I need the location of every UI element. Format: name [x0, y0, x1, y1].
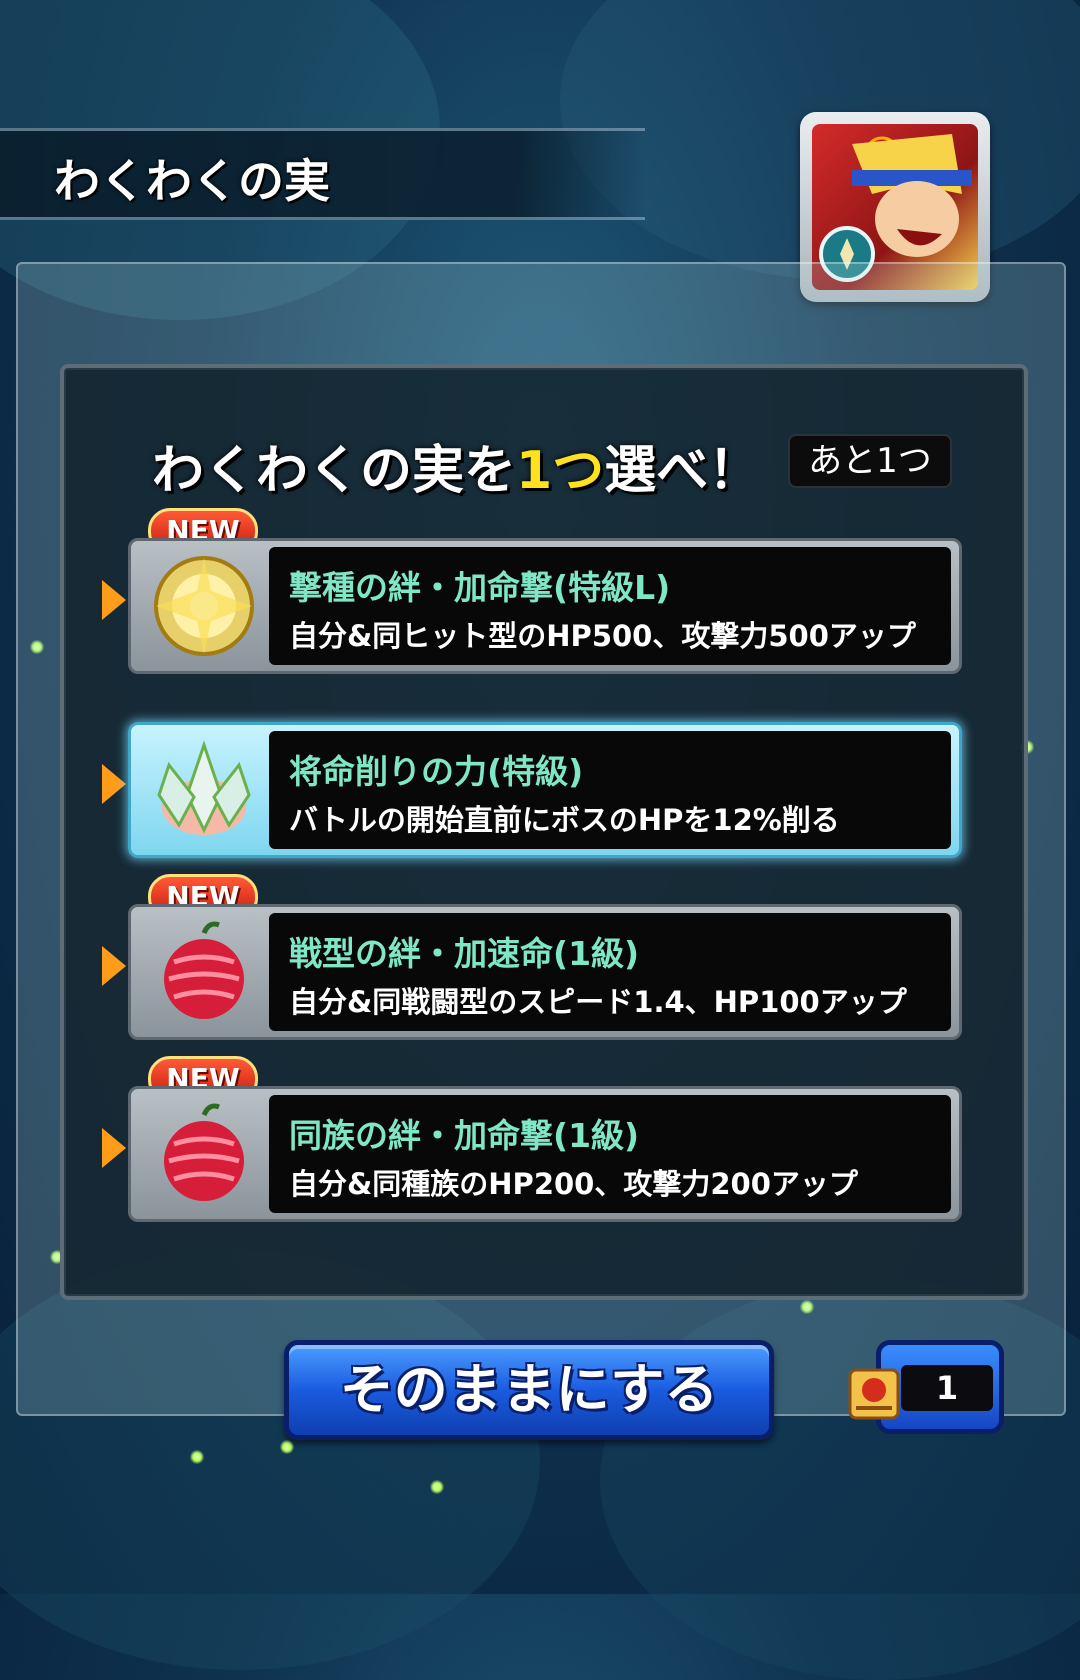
title-bar: わくわくの実: [0, 128, 645, 220]
firefly-light: [430, 1480, 444, 1494]
option-arrow-icon: [102, 1128, 126, 1168]
lotus-fruit-icon: [157, 740, 251, 835]
keep-as-is-label: そのままにする: [339, 1358, 719, 1421]
option-text-box: 撃種の絆・加命撃(特級L) 自分&同ヒット型のHP500、攻撃力500アップ: [269, 547, 951, 665]
page-title: わくわくの実: [54, 154, 330, 208]
option-item-3[interactable]: 戦型の絆・加速命(1級) 自分&同戦闘型のスピード1.4、HP100アップ: [128, 904, 962, 1040]
option-text-box: 同族の絆・加命撃(1級) 自分&同種族のHP200、攻撃力200アップ: [269, 1095, 951, 1213]
option-arrow-icon: [102, 764, 126, 804]
option-text-box: 戦型の絆・加速命(1級) 自分&同戦闘型のスピード1.4、HP100アップ: [269, 913, 951, 1031]
keep-as-is-button[interactable]: そのままにする: [284, 1340, 774, 1440]
headline-count: 1つ: [516, 441, 605, 501]
golden-fruit-icon: [154, 556, 254, 656]
option-item-2[interactable]: 将命削りの力(特級) バトルの開始直前にボスのHPを12%削る: [128, 722, 962, 858]
option-item-1[interactable]: 撃種の絆・加命撃(特級L) 自分&同ヒット型のHP500、攻撃力500アップ: [128, 538, 962, 674]
firefly-light: [280, 1440, 294, 1454]
remaining-count-badge: あと1つ: [788, 434, 952, 488]
selection-headline: わくわくの実を1つ選べ！: [152, 441, 761, 501]
option-description: 自分&同ヒット型のHP500、攻撃力500アップ: [289, 619, 916, 653]
option-title: 撃種の絆・加命撃(特級L): [289, 568, 671, 607]
red-fruit-icon: [164, 1103, 244, 1201]
option-description: 自分&同種族のHP200、攻撃力200アップ: [289, 1167, 858, 1201]
option-description: バトルの開始直前にボスのHPを12%削る: [289, 803, 840, 837]
option-arrow-icon: [102, 580, 126, 620]
firefly-light: [190, 1450, 204, 1464]
option-item-4[interactable]: 同族の絆・加命撃(1級) 自分&同種族のHP200、攻撃力200アップ: [128, 1086, 962, 1222]
option-title: 将命削りの力(特級): [289, 752, 584, 791]
ticket-count: 1: [935, 1369, 959, 1407]
ticket-count-box: 1: [901, 1365, 993, 1411]
option-arrow-icon: [102, 946, 126, 986]
option-text-box: 将命削りの力(特級) バトルの開始直前にボスのHPを12%削る: [269, 731, 951, 849]
option-title: 同族の絆・加命撃(1級): [289, 1116, 640, 1155]
red-fruit-icon: [164, 921, 244, 1019]
scroll-ticket-icon: [848, 1368, 900, 1420]
option-description: 自分&同戦闘型のスピード1.4、HP100アップ: [289, 985, 907, 1019]
option-title: 戦型の絆・加速命(1級): [289, 934, 640, 973]
